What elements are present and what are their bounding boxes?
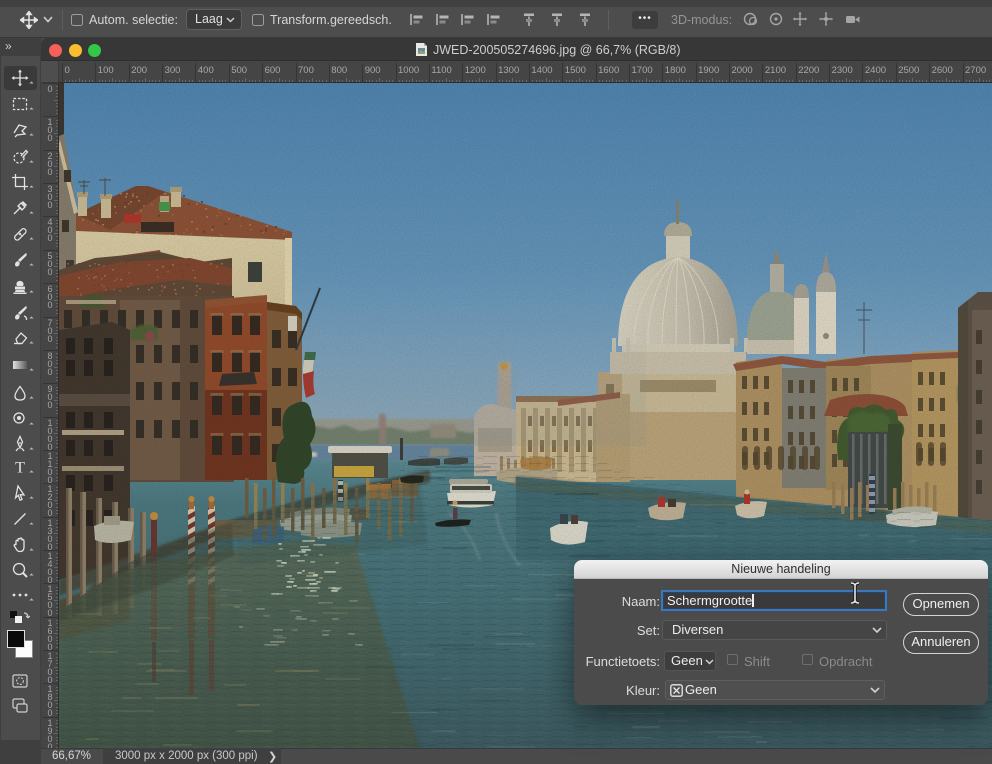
svg-text:T: T bbox=[15, 460, 25, 477]
